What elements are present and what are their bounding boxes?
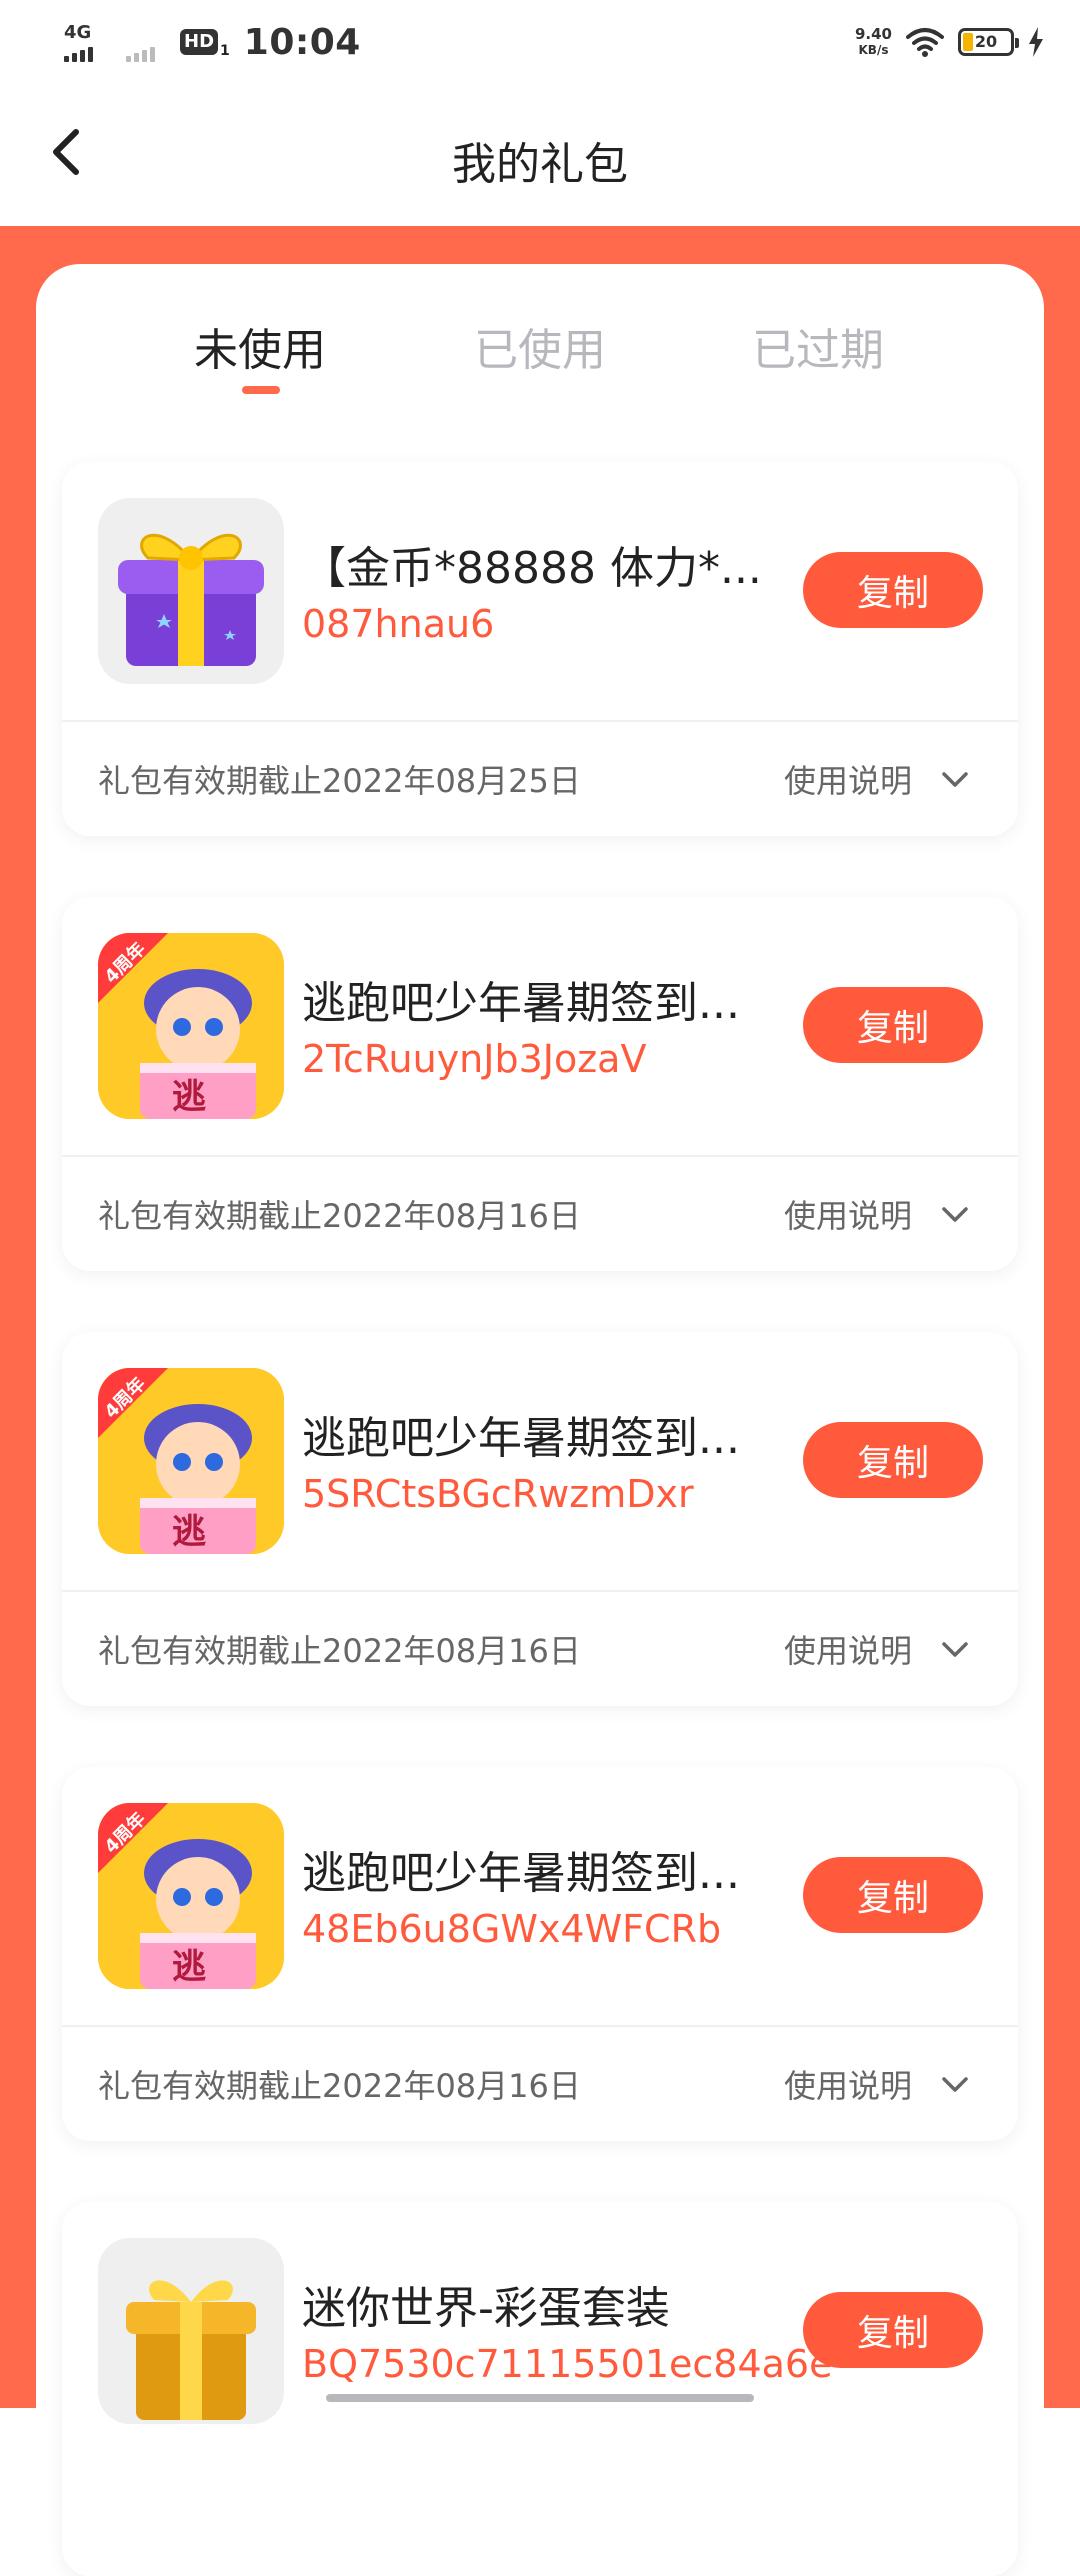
gift-box-icon [98,498,284,684]
expiry-text: 礼包有效期截止2022年08月16日 [98,2067,581,2105]
wifi-icon [906,28,944,57]
gift-card: 迷你世界-彩蛋套装 BQ7530c71115501ec84a6e 复制 [62,2202,1018,2576]
gift-card: 【金币*88888 体力*... 087hnau6 复制 礼包有效期截止2022… [62,462,1018,836]
game-icon: 4周年 逃 [98,1803,284,1989]
usage-instructions-toggle[interactable]: 使用说明 [784,1626,912,1672]
expiry-text: 礼包有效期截止2022年08月16日 [98,1632,581,1670]
chevron-down-icon[interactable] [940,764,970,794]
game-icon: 4周年 逃 [98,933,284,1119]
expiry-text: 礼包有效期截止2022年08月25日 [98,762,581,800]
gift-code: 48Eb6u8GWx4WFCRb [302,1907,722,1951]
expiry-text: 礼包有效期截止2022年08月16日 [98,1197,581,1235]
network-type: 4G [64,22,92,43]
tab-used[interactable]: 已使用 [474,314,606,378]
gift-name: 迷你世界-彩蛋套装 [302,2283,670,2334]
signal-icon: 4G [60,22,112,62]
copy-button[interactable]: 复制 [803,987,983,1063]
tab-expired[interactable]: 已过期 [752,314,884,378]
charging-icon [1029,27,1043,57]
icon-text: 逃 [172,1077,206,1117]
chevron-down-icon[interactable] [940,1634,970,1664]
gift-box-icon [98,2238,284,2424]
gift-card: 4周年 逃 逃跑吧少年暑期签到... 48Eb6u8GWx4WFCRb 复制 礼… [62,1767,1018,2141]
status-left: 4G HD 1 10:04 [60,18,361,66]
clock: 10:04 [243,21,361,63]
usage-instructions-toggle[interactable]: 使用说明 [784,756,912,802]
gift-name: 逃跑吧少年暑期签到... [302,1848,740,1899]
home-indicator[interactable] [326,2394,754,2402]
net-speed: 9.40 KB/s [855,26,892,58]
gift-card: 4周年 逃 逃跑吧少年暑期签到... 5SRCtsBGcRwzmDxr 复制 礼… [62,1332,1018,1706]
hd-icon: HD [180,29,219,55]
hd-sub: 1 [220,43,230,59]
chevron-down-icon[interactable] [940,1199,970,1229]
gift-code: BQ7530c71115501ec84a6e [302,2342,833,2386]
gift-code: 5SRCtsBGcRwzmDxr [302,1472,694,1516]
gift-card: 4周年 逃 逃跑吧少年暑期签到... 2TcRuuynJb3JozaV 复制 礼… [62,897,1018,1271]
tab-unused[interactable]: 未使用 [194,314,326,378]
page-title: 我的礼包 [452,139,628,190]
gift-name: 逃跑吧少年暑期签到... [302,1413,740,1464]
copy-button[interactable]: 复制 [803,1857,983,1933]
status-right: 9.40 KB/s 20 [855,20,1044,64]
battery-level: 20 [974,32,998,51]
game-icon: 4周年 逃 [98,1368,284,1554]
gift-code: 2TcRuuynJb3JozaV [302,1037,647,1081]
copy-button[interactable]: 复制 [803,552,983,628]
icon-text: 逃 [172,1947,206,1987]
tab-bar: 未使用 已使用 已过期 [36,264,1044,404]
tab-indicator [242,386,280,394]
gift-code: 087hnau6 [302,602,495,646]
chevron-down-icon[interactable] [940,2069,970,2099]
net-speed-value: 9.40 [854,25,892,43]
usage-instructions-toggle[interactable]: 使用说明 [784,1191,912,1237]
signal-icon-secondary [126,22,166,62]
divider [62,1155,1018,1157]
usage-instructions-toggle[interactable]: 使用说明 [784,2061,912,2107]
battery-icon: 20 [958,28,1019,56]
divider [62,2025,1018,2027]
net-speed-unit: KB/s [858,43,889,57]
copy-button[interactable]: 复制 [803,1422,983,1498]
gift-name: 【金币*88888 体力*... [302,543,762,594]
divider [62,720,1018,722]
copy-button[interactable]: 复制 [803,2292,983,2368]
status-bar: 4G HD 1 10:04 9.40 KB/s 20 [0,0,1080,84]
divider [62,1590,1018,1592]
icon-text: 逃 [172,1512,206,1552]
app-header: 我的礼包 [0,84,1080,226]
gift-name: 逃跑吧少年暑期签到... [302,978,740,1029]
